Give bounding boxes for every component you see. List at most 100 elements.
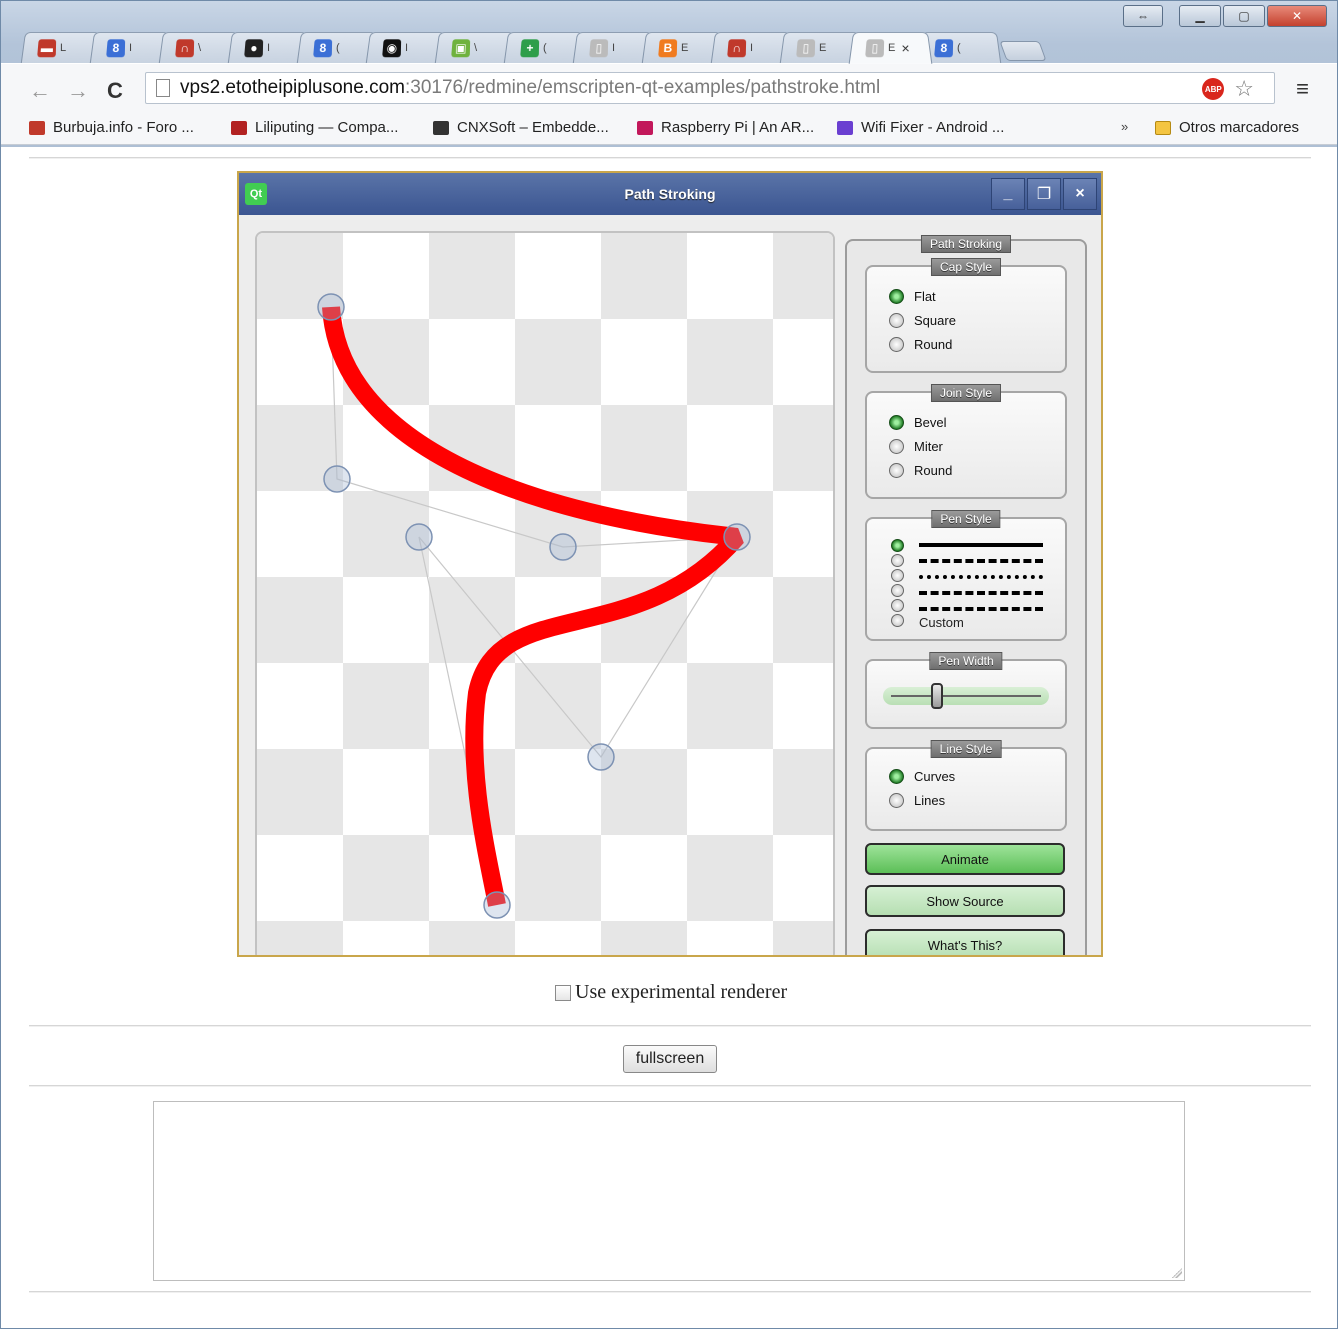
back-icon[interactable]: ← — [29, 78, 51, 104]
checker-cell — [257, 921, 343, 955]
radio-icon[interactable] — [889, 313, 904, 328]
bookmarks-overflow-icon[interactable]: » — [1121, 119, 1128, 134]
path-canvas[interactable] — [255, 231, 835, 957]
checker-cell — [515, 835, 601, 921]
pen-dashdotdot-radio[interactable] — [891, 599, 904, 612]
bookmark-label: Raspberry Pi | An AR... — [661, 119, 815, 136]
tab-close-icon[interactable]: × — [901, 40, 910, 56]
other-bookmarks[interactable]: Otros marcadores — [1155, 119, 1299, 136]
browser-tab[interactable]: ▯ E × — [848, 31, 933, 64]
bookmark-item[interactable]: Wifi Fixer - Android ... — [837, 119, 1004, 136]
show-source-button[interactable]: Show Source — [865, 885, 1065, 917]
option-label: Round — [914, 463, 953, 478]
radio-icon[interactable] — [889, 439, 904, 454]
line-lines-option[interactable]: Lines — [889, 793, 945, 808]
output-textarea[interactable] — [153, 1101, 1185, 1281]
pen-width-slider[interactable] — [883, 683, 1049, 709]
omnibox-actions: ABP ☆ — [1202, 78, 1254, 100]
qt-minimize-button[interactable]: _ — [991, 178, 1025, 210]
tab-title: E — [680, 41, 689, 54]
radio-icon[interactable] — [889, 463, 904, 478]
pen-dashdot-radio[interactable] — [891, 584, 904, 597]
qt-restore-button[interactable]: ❐ — [1027, 178, 1061, 210]
control-point[interactable] — [723, 523, 751, 551]
path-canvas-svg[interactable] — [257, 233, 835, 957]
radio-icon[interactable] — [889, 337, 904, 352]
pen-style-title: Pen Style — [931, 510, 1001, 528]
qt-close-button[interactable]: × — [1063, 178, 1097, 210]
bookmark-item[interactable]: Liliputing — Compa... — [231, 119, 398, 136]
blogger-icon: B — [658, 38, 678, 57]
bookmark-item[interactable]: Burbuja.info - Foro ... — [29, 119, 194, 136]
reload-icon[interactable]: C — [107, 78, 123, 104]
panel-title: Path Stroking — [920, 235, 1012, 253]
option-label: Miter — [914, 439, 943, 454]
option-label: Square — [914, 313, 956, 328]
google-plus-icon: 8 — [313, 38, 333, 57]
fullscreen-button[interactable]: fullscreen — [623, 1045, 717, 1073]
close-button[interactable]: ✕ — [1267, 5, 1327, 27]
pen-width-title: Pen Width — [929, 652, 1003, 670]
whats-this-button[interactable]: What's This? — [865, 929, 1065, 955]
join-miter-option[interactable]: Miter — [889, 439, 943, 454]
cap-style-group: Cap Style Flat Square Round — [865, 258, 1067, 373]
pen-solid-radio[interactable] — [891, 539, 904, 552]
resize-grip-icon[interactable] — [1172, 1268, 1182, 1278]
maximize-button[interactable]: ▢ — [1223, 5, 1265, 27]
pen-dot-radio[interactable] — [891, 569, 904, 582]
tab-title: \ — [197, 41, 202, 54]
radio-icon[interactable] — [889, 289, 904, 304]
join-style-group: Join Style Bevel Miter Round — [865, 384, 1067, 499]
forward-icon[interactable]: → — [67, 78, 89, 104]
checker-cell — [601, 749, 687, 835]
control-point[interactable] — [549, 533, 577, 561]
radio-icon[interactable] — [889, 415, 904, 430]
animate-button[interactable]: Animate — [865, 843, 1065, 875]
checker-cell — [773, 233, 833, 319]
checker-cell — [515, 663, 601, 749]
join-round-option[interactable]: Round — [889, 463, 952, 478]
control-point[interactable] — [323, 465, 351, 493]
menu-icon[interactable]: ≡ — [1296, 76, 1309, 102]
radio-icon[interactable] — [889, 793, 904, 808]
checker-cell — [257, 577, 343, 663]
qt-window: Qt Path Stroking _ ❐ × Path Stroking Cap… — [237, 171, 1103, 957]
tab-strip: ▬ L 8 I ∩ \ ● I 8(◉ I ▣ \ +(▯ I B E ∩ I ▯ E ▯ E × 8( — [20, 31, 1047, 64]
join-bevel-option[interactable]: Bevel — [889, 415, 947, 430]
experimental-renderer-checkbox[interactable] — [555, 984, 571, 1001]
qt-titlebar[interactable]: Qt Path Stroking _ ❐ × — [239, 173, 1101, 215]
control-point[interactable] — [317, 293, 345, 321]
pen-solid-sample — [919, 543, 1043, 547]
pen-dash-radio[interactable] — [891, 554, 904, 567]
radio-icon[interactable] — [889, 769, 904, 784]
option-label: Round — [914, 337, 953, 352]
address-bar[interactable]: vps2.etotheipiplusone.com:30176/redmine/… — [145, 72, 1275, 104]
divider — [29, 1291, 1311, 1293]
slider-handle[interactable] — [931, 683, 944, 709]
checker-cell — [257, 749, 343, 835]
control-point[interactable] — [587, 743, 615, 771]
control-point[interactable] — [483, 891, 511, 919]
control-panel: Path Stroking Cap Style Flat Square Roun… — [845, 235, 1087, 955]
resize-icon[interactable]: ⇔ — [1123, 5, 1163, 27]
bookmark-star-icon[interactable]: ☆ — [1234, 78, 1254, 100]
control-point[interactable] — [405, 523, 433, 551]
bookmark-item[interactable]: CNXSoft – Embedde... — [433, 119, 609, 136]
bookmark-item[interactable]: Raspberry Pi | An AR... — [637, 119, 814, 136]
adblock-icon[interactable]: ABP — [1202, 78, 1225, 100]
pen-width-group: Pen Width — [865, 652, 1067, 729]
checker-cell — [601, 921, 687, 955]
option-label: Flat — [914, 289, 936, 304]
pen-custom-radio[interactable] — [891, 614, 904, 627]
experimental-renderer-option[interactable]: Use experimental renderer — [555, 981, 787, 1004]
cap-square-option[interactable]: Square — [889, 313, 956, 328]
minimize-button[interactable]: ▁ — [1179, 5, 1221, 27]
divider — [29, 1085, 1311, 1087]
pen-style-group: Pen Style Custom — [865, 510, 1067, 641]
new-tab-button[interactable] — [999, 41, 1047, 61]
cap-flat-option[interactable]: Flat — [889, 289, 936, 304]
line-curves-option[interactable]: Curves — [889, 769, 955, 784]
option-label: Lines — [914, 793, 946, 808]
cap-round-option[interactable]: Round — [889, 337, 952, 352]
checker-cell — [773, 921, 833, 955]
